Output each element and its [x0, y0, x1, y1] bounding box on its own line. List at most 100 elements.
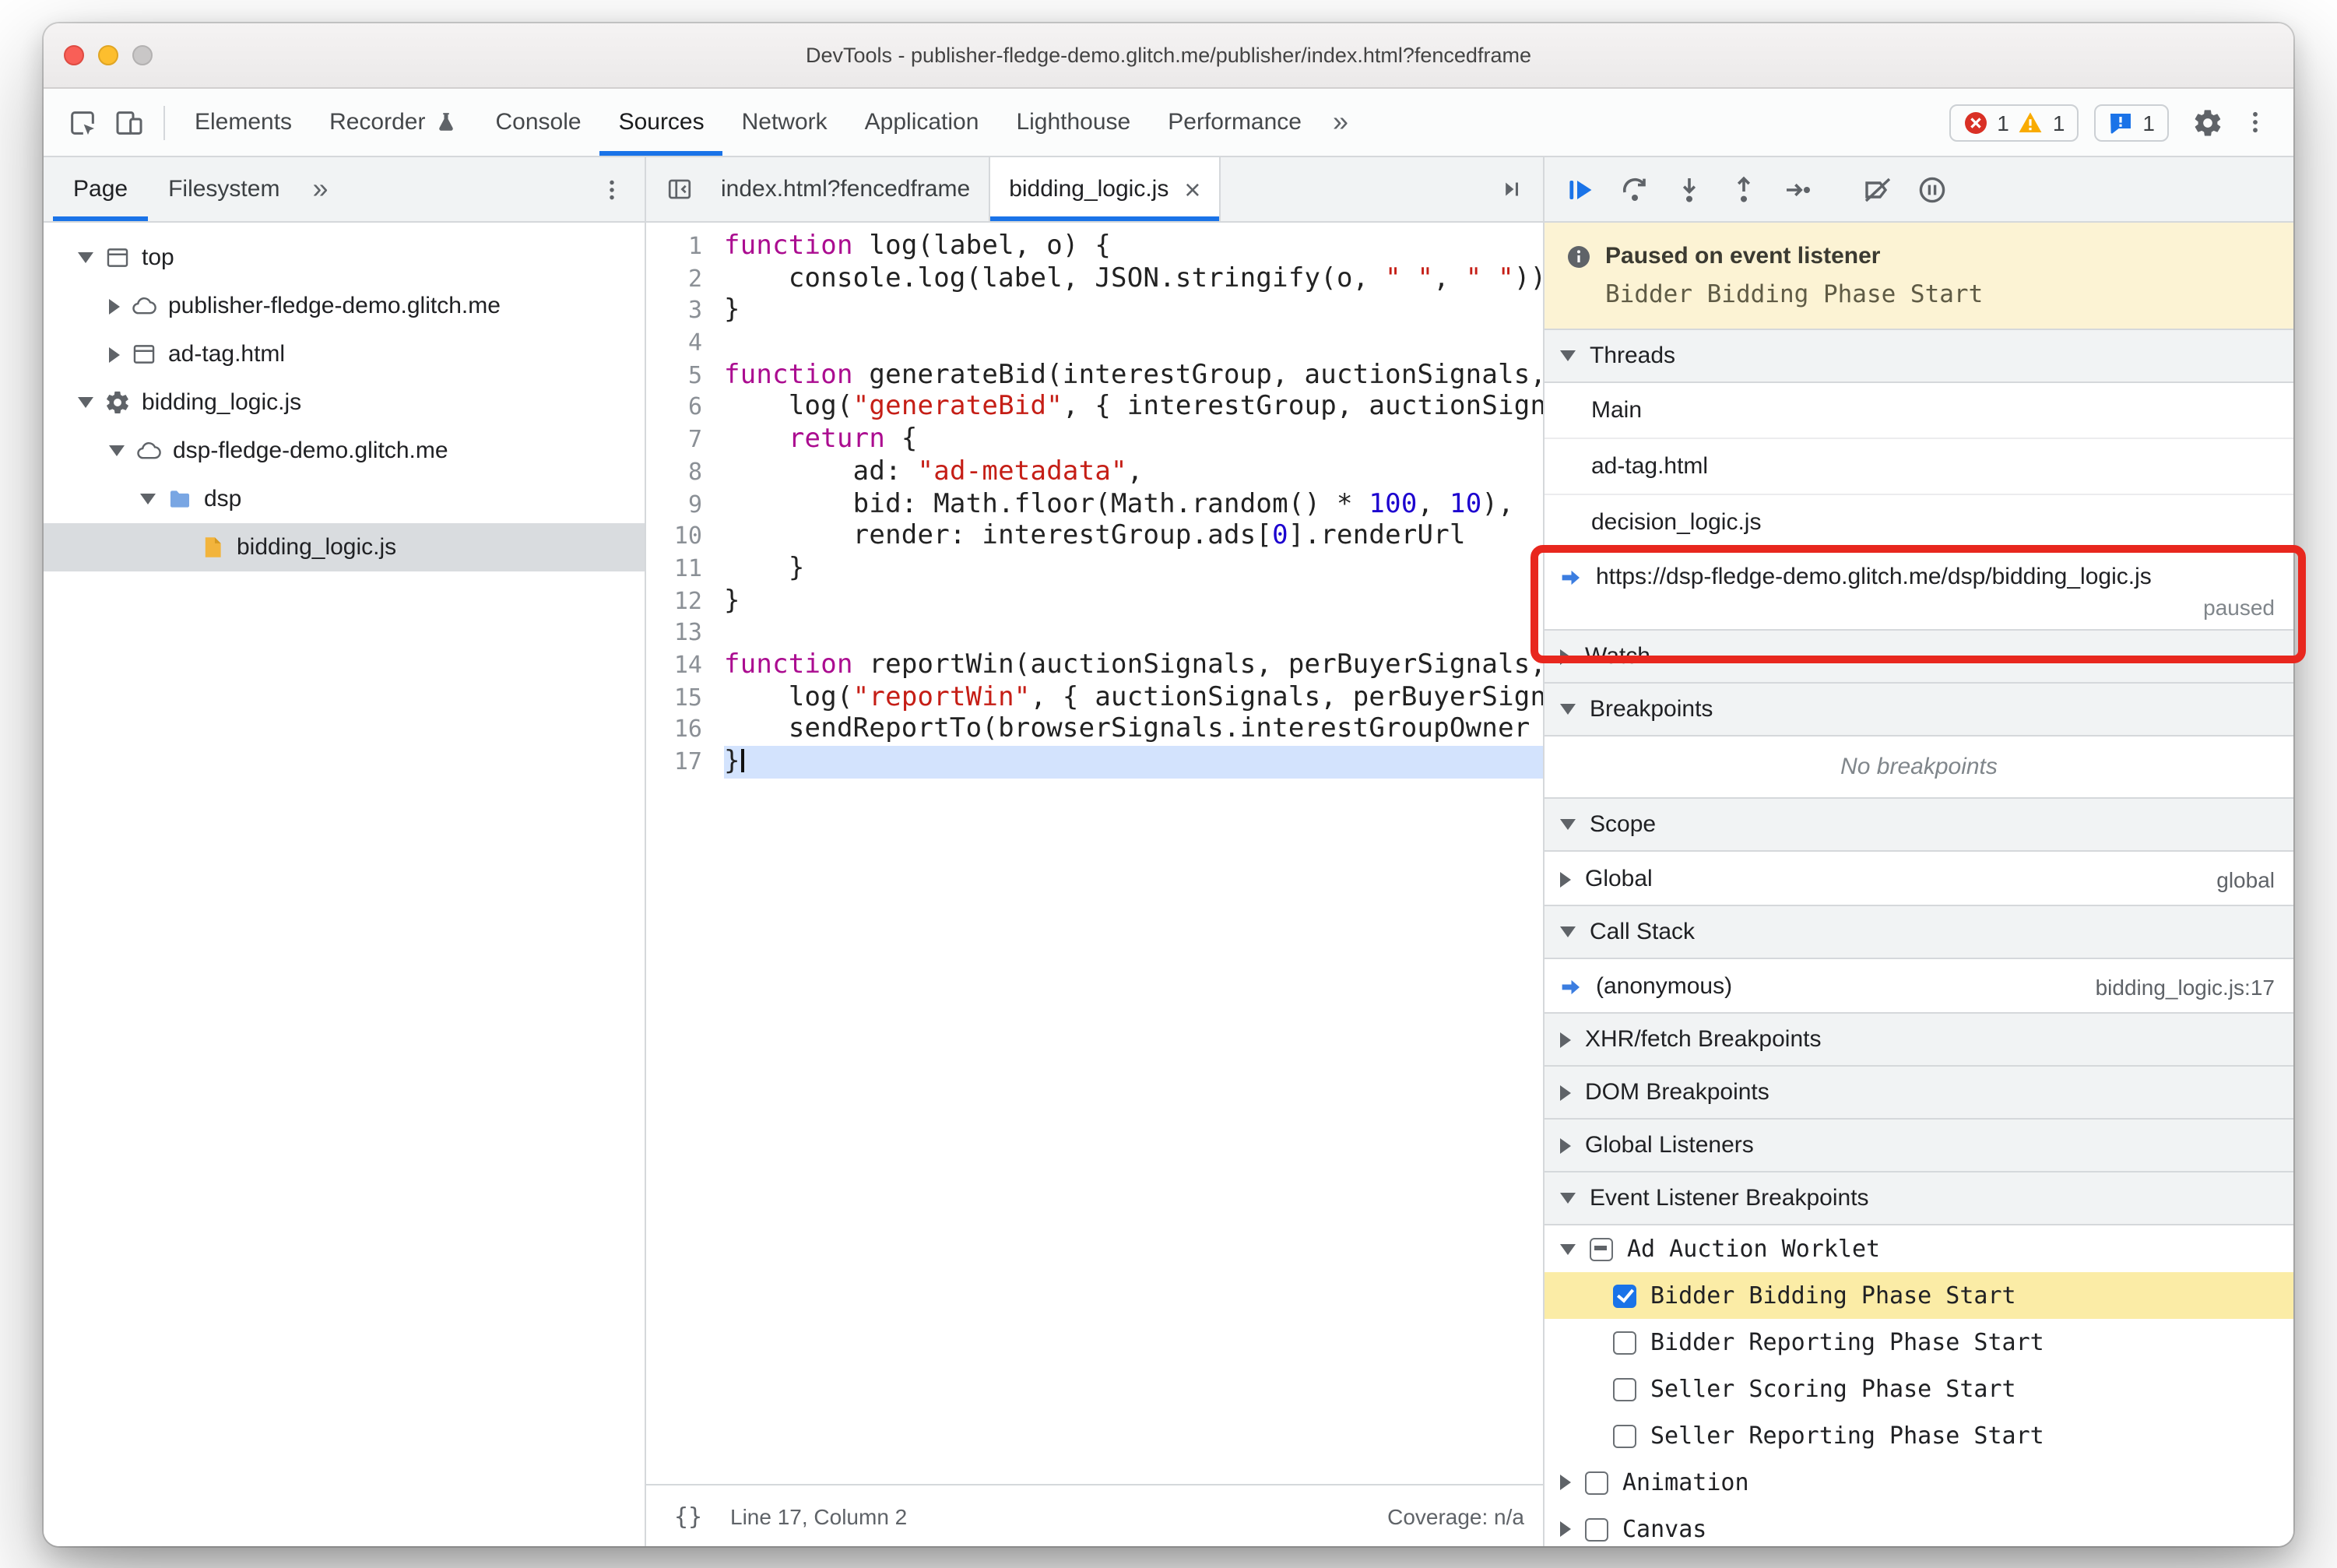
- inspect-element-button[interactable]: [59, 99, 106, 146]
- titlebar[interactable]: DevTools - publisher-fledge-demo.glitch.…: [44, 23, 2293, 89]
- code-line-5[interactable]: 5 function generateBid(interestGroup, auc…: [646, 360, 1543, 392]
- tab-recorder[interactable]: Recorder: [311, 89, 476, 156]
- step-over-button[interactable]: [1611, 166, 1658, 213]
- tab-lighthouse[interactable]: Lighthouse: [997, 89, 1149, 156]
- settings-gear-button[interactable]: [2184, 99, 2231, 146]
- code-line-9[interactable]: 9 bid: Math.floor(Math.random() * 100, 1…: [646, 488, 1543, 520]
- disclosure-down-icon[interactable]: [1560, 1243, 1576, 1254]
- tree-item-dsp[interactable]: dsp: [44, 475, 645, 523]
- line-number[interactable]: 12: [646, 585, 724, 617]
- step-into-button[interactable]: [1666, 166, 1713, 213]
- scope-global-row[interactable]: Global global: [1545, 852, 2293, 906]
- line-number[interactable]: 2: [646, 262, 724, 294]
- line-number[interactable]: 16: [646, 714, 724, 746]
- more-navigator-tabs-icon[interactable]: »: [300, 173, 340, 206]
- line-number[interactable]: 3: [646, 295, 724, 327]
- close-tab-icon[interactable]: ×: [1184, 175, 1200, 203]
- kebab-menu-button[interactable]: [2231, 99, 2278, 146]
- line-number[interactable]: 10: [646, 520, 724, 552]
- line-number[interactable]: 15: [646, 681, 724, 713]
- code-line-13[interactable]: 13: [646, 617, 1543, 649]
- tab-performance[interactable]: Performance: [1149, 89, 1320, 156]
- checkbox[interactable]: [1585, 1517, 1608, 1541]
- code-line-12[interactable]: 12}: [646, 585, 1543, 617]
- call-stack-frame-row[interactable]: (anonymous) bidding_logic.js:17: [1545, 959, 2293, 1014]
- code-line-2[interactable]: 2 console.log(label, JSON.stringify(o, "…: [646, 262, 1543, 294]
- line-number[interactable]: 14: [646, 649, 724, 681]
- checkbox[interactable]: [1613, 1424, 1636, 1447]
- threads-section-header[interactable]: Threads: [1545, 329, 2293, 383]
- line-number[interactable]: 4: [646, 327, 724, 359]
- device-toolbar-button[interactable]: [106, 99, 153, 146]
- line-number[interactable]: 7: [646, 424, 724, 455]
- breakpoints-section-header[interactable]: Breakpoints: [1545, 682, 2293, 737]
- event-listener-breakpoints-section-header[interactable]: Event Listener Breakpoints: [1545, 1171, 2293, 1225]
- code-line-11[interactable]: 11 }: [646, 553, 1543, 585]
- code-line-8[interactable]: 8 ad: "ad-metadata",: [646, 456, 1543, 488]
- errors-warnings-badge[interactable]: 1 1: [1949, 104, 2079, 141]
- code-line-10[interactable]: 10 render: interestGroup.ads[0].renderUr…: [646, 520, 1543, 552]
- more-panels-icon[interactable]: »: [1320, 106, 1361, 139]
- elb-item-seller-scoring-phase-start[interactable]: Seller Scoring Phase Start: [1545, 1366, 2293, 1412]
- line-number[interactable]: 8: [646, 456, 724, 488]
- dom-breakpoints-section-header[interactable]: DOM Breakpoints: [1545, 1065, 2293, 1120]
- tab-filesystem[interactable]: Filesystem: [148, 157, 300, 221]
- checkbox[interactable]: [1613, 1377, 1636, 1401]
- code-line-6[interactable]: 6 log("generateBid", { interestGroup, au…: [646, 392, 1543, 424]
- tab-page[interactable]: Page: [53, 157, 148, 221]
- elb-item-seller-reporting-phase-start[interactable]: Seller Reporting Phase Start: [1545, 1412, 2293, 1459]
- close-window-button[interactable]: [64, 45, 84, 65]
- step-button[interactable]: [1775, 166, 1822, 213]
- code-line-1[interactable]: 1 function log(label, o) {: [646, 230, 1543, 262]
- line-number[interactable]: 5: [646, 360, 724, 392]
- elb-group-animation[interactable]: Animation: [1545, 1459, 2293, 1506]
- toggle-navigator-button[interactable]: [655, 166, 702, 213]
- tab-network[interactable]: Network: [723, 89, 846, 156]
- elb-group-ad-auction-worklet[interactable]: Ad Auction Worklet: [1545, 1225, 2293, 1272]
- code-line-3[interactable]: 3}: [646, 295, 1543, 327]
- code-line-4[interactable]: 4: [646, 327, 1543, 359]
- pause-on-exceptions-button[interactable]: [1909, 166, 1956, 213]
- thread-item-decision-logic-js[interactable]: decision_logic.js: [1545, 495, 2293, 551]
- tab-elements[interactable]: Elements: [176, 89, 311, 156]
- elb-group-canvas[interactable]: Canvas: [1545, 1506, 2293, 1546]
- code-line-16[interactable]: 16 sendReportTo(browserSignals.interestG…: [646, 714, 1543, 746]
- global-listeners-section-header[interactable]: Global Listeners: [1545, 1118, 2293, 1172]
- line-number[interactable]: 11: [646, 553, 724, 585]
- tab-application[interactable]: Application: [846, 89, 998, 156]
- tree-item-ad-tag-html[interactable]: ad-tag.html: [44, 330, 645, 378]
- editor-tab-bidding-logic[interactable]: bidding_logic.js ×: [990, 157, 1221, 221]
- tab-sources[interactable]: Sources: [600, 89, 723, 156]
- call-stack-section-header[interactable]: Call Stack: [1545, 905, 2293, 959]
- tab-overflow-button[interactable]: [1487, 166, 1534, 213]
- checkbox[interactable]: [1613, 1284, 1636, 1307]
- code-line-14[interactable]: 14 function reportWin(auctionSignals, per…: [646, 649, 1543, 681]
- deactivate-breakpoints-button[interactable]: [1854, 166, 1901, 213]
- line-number[interactable]: 1: [646, 230, 724, 262]
- elb-item-bidder-reporting-phase-start[interactable]: Bidder Reporting Phase Start: [1545, 1319, 2293, 1366]
- tree-item-top[interactable]: top: [44, 234, 645, 282]
- minimize-window-button[interactable]: [98, 45, 118, 65]
- scope-section-header[interactable]: Scope: [1545, 797, 2293, 852]
- thread-item-main[interactable]: Main: [1545, 383, 2293, 439]
- pretty-print-button[interactable]: {}: [665, 1492, 712, 1539]
- zoom-window-button[interactable]: [132, 45, 153, 65]
- checkbox[interactable]: [1585, 1471, 1608, 1494]
- line-number[interactable]: 6: [646, 392, 724, 424]
- checkbox[interactable]: [1613, 1331, 1636, 1354]
- tree-item-publisher-fledge-demo-glitch-me[interactable]: publisher-fledge-demo.glitch.me: [44, 282, 645, 330]
- watch-section-header[interactable]: Watch: [1545, 629, 2293, 684]
- thread-item-ad-tag-html[interactable]: ad-tag.html: [1545, 439, 2293, 495]
- code-editor[interactable]: 1 function log(label, o) {2 console.log(l…: [646, 223, 1543, 1484]
- elb-item-bidder-bidding-phase-start[interactable]: Bidder Bidding Phase Start: [1545, 1272, 2293, 1319]
- checkbox[interactable]: [1590, 1237, 1613, 1260]
- code-line-7[interactable]: 7 return {: [646, 424, 1543, 455]
- tab-console[interactable]: Console: [476, 89, 599, 156]
- editor-tab-index-html[interactable]: index.html?fencedframe: [702, 157, 991, 221]
- xhr-breakpoints-section-header[interactable]: XHR/fetch Breakpoints: [1545, 1012, 2293, 1067]
- code-line-15[interactable]: 15 log("reportWin", { auctionSignals, pe…: [646, 681, 1543, 713]
- resume-button[interactable]: [1557, 166, 1604, 213]
- step-out-button[interactable]: [1720, 166, 1767, 213]
- tree-item-bidding-logic-js[interactable]: bidding_logic.js: [44, 378, 645, 427]
- line-number[interactable]: 13: [646, 617, 724, 649]
